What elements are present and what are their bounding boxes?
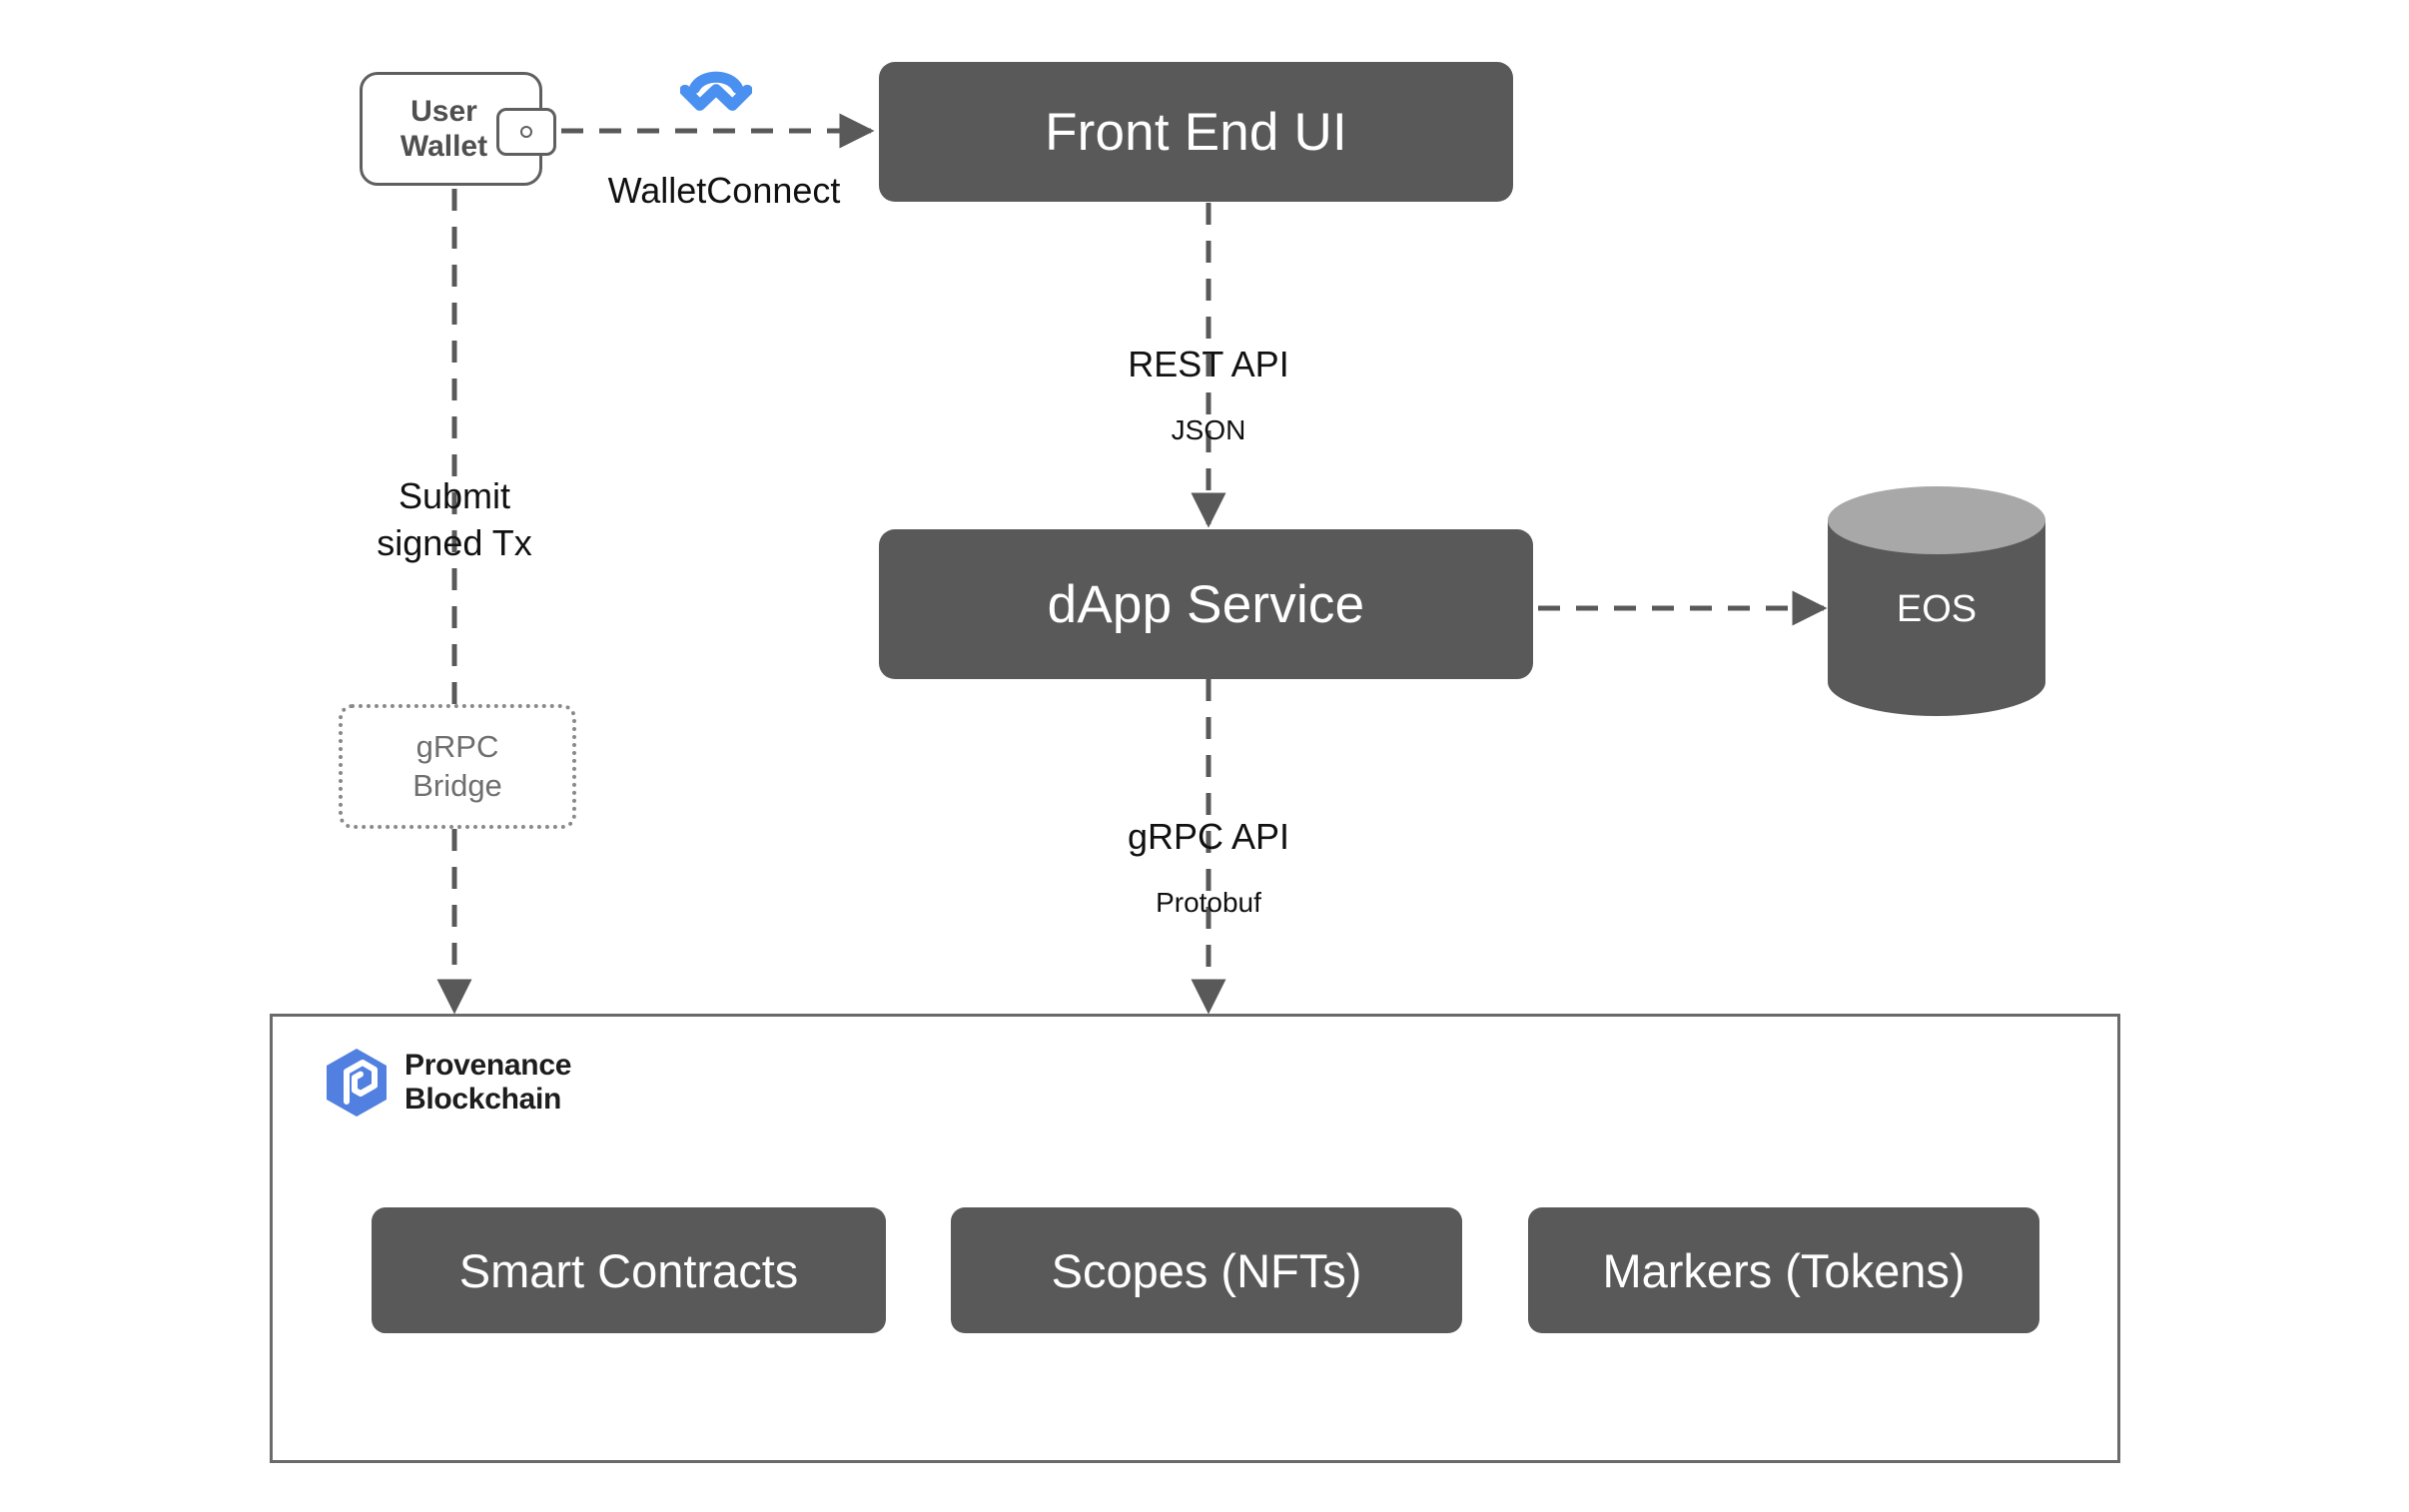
rest-api-sublabel-text: JSON xyxy=(1171,414,1246,445)
edge-label-submit-signed-tx: Submit signed Tx xyxy=(330,424,579,614)
edge-label-walletconnect: WalletConnect xyxy=(594,148,854,233)
dapp-service-node[interactable]: dApp Service xyxy=(879,529,1533,679)
diagram-canvas: User Wallet Front End UI dApp Service EO… xyxy=(0,0,2409,1512)
front-end-ui-label: Front End UI xyxy=(1045,102,1347,162)
module-markers-tokens-label: Markers (Tokens) xyxy=(1602,1243,1966,1297)
wallet-icon xyxy=(496,108,556,156)
rest-api-label-text: REST API xyxy=(1128,344,1289,384)
module-scopes-nfts-label: Scopes (NFTs) xyxy=(1051,1243,1362,1297)
walletconnect-label-text: WalletConnect xyxy=(607,170,841,211)
module-smart-contracts[interactable]: Smart Contracts xyxy=(372,1207,886,1333)
grpc-bridge-node[interactable]: gRPC Bridge xyxy=(339,704,576,829)
eos-database-label: EOS xyxy=(1896,588,1978,630)
provenance-wordmark: Provenance Blockchain xyxy=(404,1049,572,1116)
grpc-bridge-label: gRPC Bridge xyxy=(412,728,502,803)
grpc-api-sublabel-text: Protobuf xyxy=(1156,887,1261,918)
edge-label-rest-api: REST API JSON xyxy=(1049,322,1368,467)
provenance-hexagon-p-icon xyxy=(327,1049,387,1117)
provenance-brand: Provenance Blockchain xyxy=(325,1048,571,1118)
module-markers-tokens[interactable]: Markers (Tokens) xyxy=(1528,1207,2039,1333)
wallet-clasp-dot-icon xyxy=(520,126,532,138)
edge-label-grpc-api: gRPC API Protobuf xyxy=(1049,794,1368,940)
module-scopes-nfts[interactable]: Scopes (NFTs) xyxy=(951,1207,1462,1333)
walletconnect-icon xyxy=(680,71,752,111)
module-smart-contracts-label: Smart Contracts xyxy=(458,1243,799,1297)
dapp-service-label: dApp Service xyxy=(1047,574,1365,634)
grpc-api-label-text: gRPC API xyxy=(1127,816,1290,857)
submit-signed-tx-label-text: Submit signed Tx xyxy=(377,474,532,564)
user-wallet-label: User Wallet xyxy=(400,94,488,163)
front-end-ui-node[interactable]: Front End UI xyxy=(879,62,1513,202)
